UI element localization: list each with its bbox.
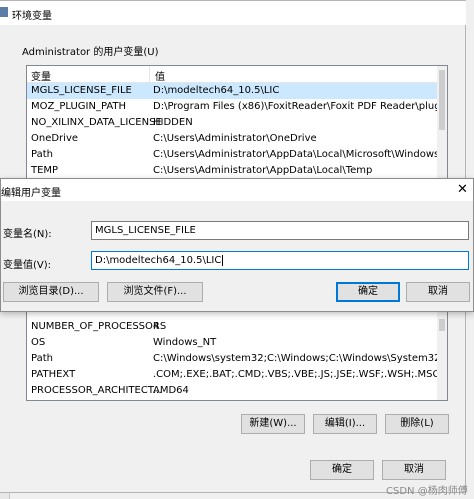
env-window-titlebar[interactable]: 环境变量 [0, 1, 466, 25]
var-name: OS [31, 337, 46, 348]
system-var-row[interactable]: PROCESSOR_ARCHITECT... AMD64 [27, 383, 437, 399]
user-vars-list[interactable]: 变量 值 MGLS_LICENSE_FILE D:\modeltech64_10… [26, 65, 448, 183]
env-window-icon [0, 7, 8, 17]
var-name: Path [31, 149, 53, 160]
scrollbar-thumb[interactable] [439, 319, 445, 331]
variable-value-label: 变量值(V): [3, 260, 52, 271]
user-var-row[interactable]: NO_XILINX_DATA_LICENSE HIDDEN [27, 115, 437, 131]
user-vars-group-label: Administrator 的用户变量(U) [22, 47, 159, 58]
user-var-row[interactable]: Path C:\Users\Administrator\AppData\Loca… [27, 147, 447, 163]
system-var-row[interactable]: Path C:\Windows\system32;C:\Windows;C:\W… [27, 351, 447, 367]
scrollbar-thumb[interactable] [439, 70, 445, 130]
var-name: PATHEXT [31, 369, 76, 380]
var-name: OneDrive [31, 133, 79, 144]
system-var-row[interactable]: OS Windows_NT [27, 335, 437, 351]
var-value: D:\Program Files (x86)\FoxitReader\Foxit… [153, 101, 448, 112]
var-value: C:\Users\Administrator\OneDrive [153, 133, 317, 144]
user-vars-scrollbar[interactable] [437, 66, 447, 182]
browse-directory-button[interactable]: 浏览目录(D)... [3, 282, 99, 302]
var-name: TEMP [31, 165, 59, 176]
text-caret [222, 254, 224, 266]
column-header-name[interactable]: 变量 [31, 68, 51, 83]
var-value: C:\Windows\system32;C:\Windows;C:\Window… [153, 353, 448, 364]
var-name: PROCESSOR_ARCHITECT... [31, 385, 163, 396]
env-ok-button[interactable]: 确定 [310, 460, 374, 480]
variable-value-text: D:\modeltech64_10.5\LIC [95, 255, 222, 266]
user-var-row[interactable]: MGLS_LICENSE_FILE D:\modeltech64_10.5\LI… [27, 83, 437, 99]
var-value: D:\modeltech64_10.5\LIC [153, 85, 280, 96]
system-vars-list[interactable]: NUMBER_OF_PROCESSORS 4 OS Windows_NT Pat… [26, 311, 448, 401]
user-vars-header: 变量 值 [27, 66, 447, 83]
close-icon[interactable]: ✕ [457, 183, 468, 196]
var-name: NO_XILINX_DATA_LICENSE [31, 117, 162, 128]
user-var-row[interactable]: TEMP C:\Users\Administrator\AppData\Loca… [27, 163, 437, 179]
edit-cancel-button[interactable]: 取消 [406, 282, 470, 302]
system-new-button[interactable]: 新建(W)... [241, 414, 305, 434]
watermark-text: CSDN @杨肉师傅 [386, 486, 468, 497]
user-var-row[interactable]: OneDrive C:\Users\Administrator\OneDrive [27, 131, 437, 147]
var-name: MGLS_LICENSE_FILE [31, 85, 132, 96]
var-value: AMD64 [153, 385, 189, 396]
var-value: Windows_NT [153, 337, 217, 348]
variable-value-input[interactable]: D:\modeltech64_10.5\LIC [91, 251, 469, 270]
edit-dialog-title: 编辑用户变量 [1, 188, 61, 199]
user-var-row[interactable]: MOZ_PLUGIN_PATH D:\Program Files (x86)\F… [27, 99, 447, 115]
system-var-row[interactable]: NUMBER_OF_PROCESSORS 4 [27, 319, 437, 335]
edit-variable-dialog: 编辑用户变量 ✕ 变量名(N): MGLS_LICENSE_FILE 变量值(V… [0, 178, 474, 312]
var-value: C:\Users\Administrator\AppData\Local\Tem… [153, 165, 373, 176]
variable-name-input[interactable]: MGLS_LICENSE_FILE [91, 221, 469, 240]
var-name: Path [31, 353, 53, 364]
env-window-title: 环境变量 [12, 11, 52, 22]
column-separator[interactable] [149, 66, 150, 82]
column-header-value[interactable]: 值 [155, 68, 165, 83]
var-value: C:\Users\Administrator\AppData\Local\Mic… [153, 149, 448, 160]
system-vars-scrollbar[interactable] [437, 311, 447, 400]
system-edit-button[interactable]: 编辑(I)... [313, 414, 377, 434]
var-value: .COM;.EXE;.BAT;.CMD;.VBS;.VBE;.JS;.JSE;.… [153, 369, 440, 380]
system-delete-button[interactable]: 删除(L) [385, 414, 449, 434]
var-value: HIDDEN [153, 117, 193, 128]
edit-ok-button[interactable]: 确定 [336, 282, 400, 302]
var-value: 4 [153, 321, 160, 332]
browse-file-button[interactable]: 浏览文件(F)... [107, 282, 203, 302]
var-name: NUMBER_OF_PROCESSORS [31, 321, 167, 332]
system-var-row[interactable]: PATHEXT .COM;.EXE;.BAT;.CMD;.VBS;.VBE;.J… [27, 367, 440, 383]
var-name: MOZ_PLUGIN_PATH [31, 101, 127, 112]
variable-name-label: 变量名(N): [3, 229, 52, 240]
edit-dialog-titlebar[interactable]: 编辑用户变量 ✕ [1, 179, 473, 201]
env-cancel-button[interactable]: 取消 [382, 460, 446, 480]
